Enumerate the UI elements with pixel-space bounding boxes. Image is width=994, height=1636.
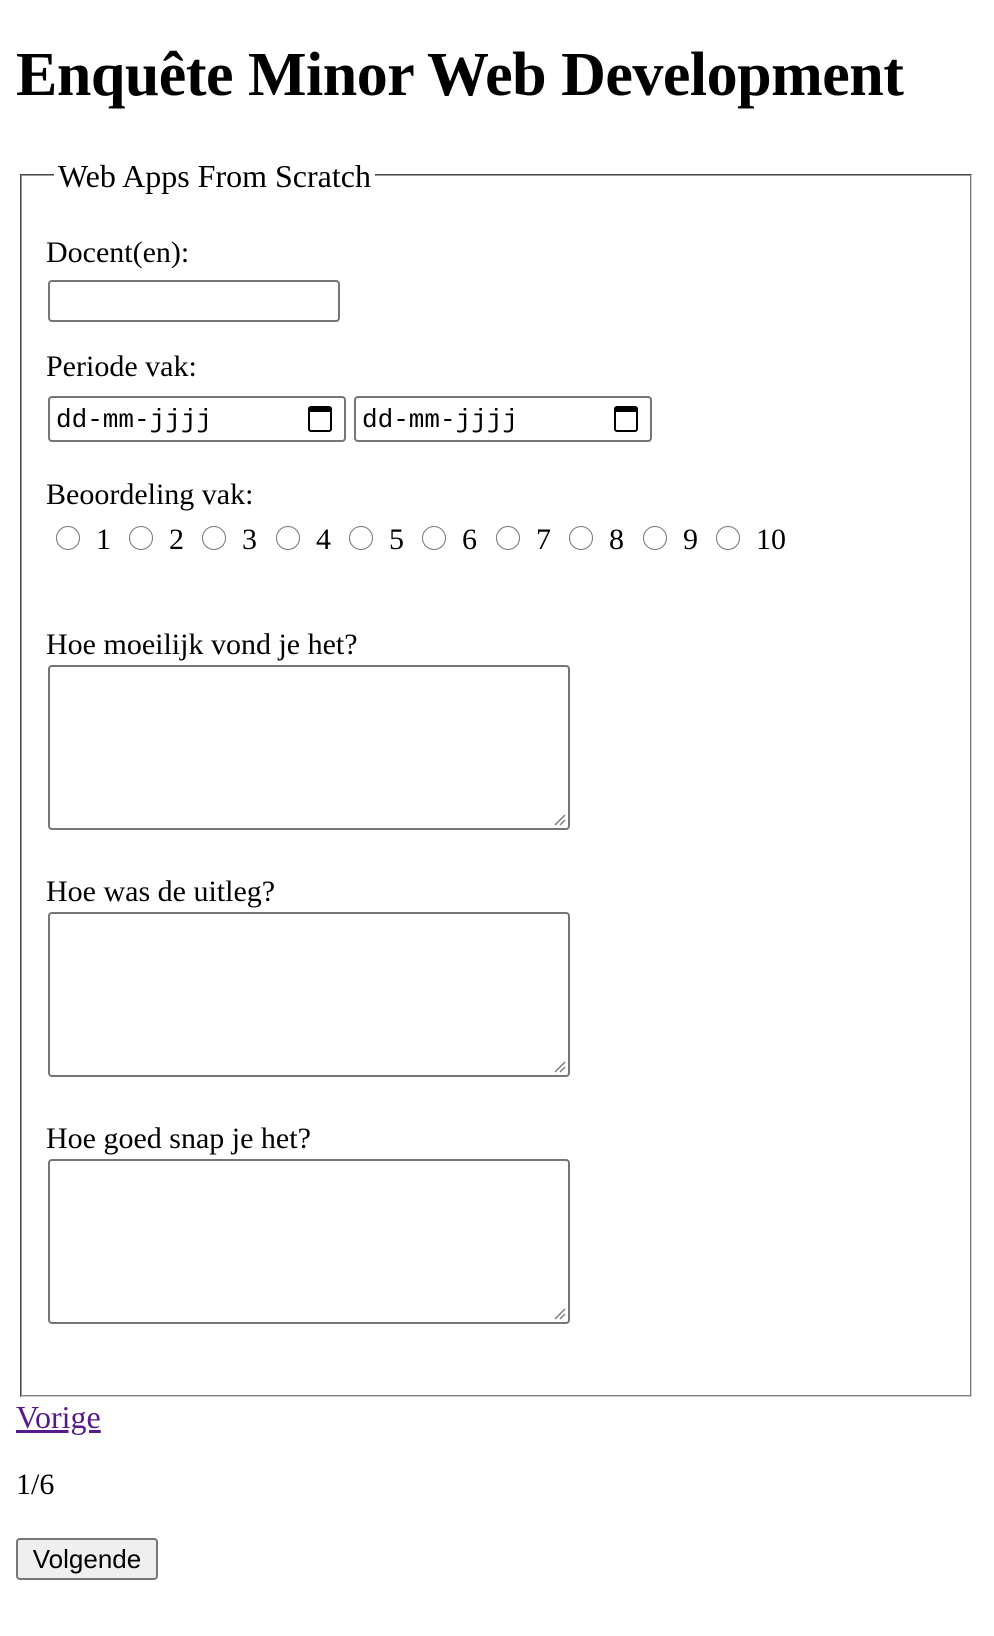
previous-link[interactable]: Vorige: [16, 1398, 101, 1436]
radio-button[interactable]: [569, 526, 593, 550]
page-title: Enquête Minor Web Development: [16, 41, 904, 109]
rating-option-label: 10: [756, 523, 786, 556]
explanation-question-label: Hoe was de uitleg?: [46, 875, 276, 908]
next-button[interactable]: Volgende: [16, 1538, 158, 1580]
understanding-textarea[interactable]: [48, 1159, 570, 1324]
rating-option-label: 7: [536, 523, 551, 556]
rating-option-label: 8: [609, 523, 624, 556]
rating-option-label: 6: [462, 523, 477, 556]
radio-button[interactable]: [349, 526, 373, 550]
section-legend: Web Apps From Scratch: [54, 158, 375, 194]
teacher-input[interactable]: [48, 280, 340, 322]
explanation-textarea[interactable]: [48, 912, 570, 1077]
rating-option-label: 2: [169, 523, 184, 556]
radio-button[interactable]: [643, 526, 667, 550]
rating-option-label: 9: [683, 523, 698, 556]
rating-label: Beoordeling vak:: [46, 478, 254, 511]
rating-option-label: 5: [389, 523, 404, 556]
difficulty-textarea[interactable]: [48, 665, 570, 830]
teacher-label: Docent(en):: [46, 236, 190, 269]
rating-option-label: 4: [316, 523, 331, 556]
rating-option-label: 1: [96, 523, 111, 556]
radio-button[interactable]: [496, 526, 520, 550]
radio-button[interactable]: [129, 526, 153, 550]
period-end-placeholder: dd-mm-jjjj: [362, 405, 519, 435]
resize-grip-icon[interactable]: [552, 812, 566, 826]
radio-button[interactable]: [202, 526, 226, 550]
calendar-icon[interactable]: [614, 406, 638, 432]
radio-button[interactable]: [716, 526, 740, 550]
rating-option-label: 3: [242, 523, 257, 556]
calendar-icon[interactable]: [308, 406, 332, 432]
page-indicator: 1/6: [16, 1468, 55, 1501]
period-start-placeholder: dd-mm-jjjj: [56, 405, 213, 435]
resize-grip-icon[interactable]: [552, 1306, 566, 1320]
radio-button[interactable]: [56, 526, 80, 550]
radio-button[interactable]: [422, 526, 446, 550]
period-label: Periode vak:: [46, 350, 197, 383]
period-start-date-input[interactable]: dd-mm-jjjj: [48, 396, 346, 442]
resize-grip-icon[interactable]: [552, 1059, 566, 1073]
radio-button[interactable]: [276, 526, 300, 550]
period-end-date-input[interactable]: dd-mm-jjjj: [354, 396, 652, 442]
understanding-question-label: Hoe goed snap je het?: [46, 1122, 311, 1155]
difficulty-question-label: Hoe moeilijk vond je het?: [46, 628, 358, 661]
